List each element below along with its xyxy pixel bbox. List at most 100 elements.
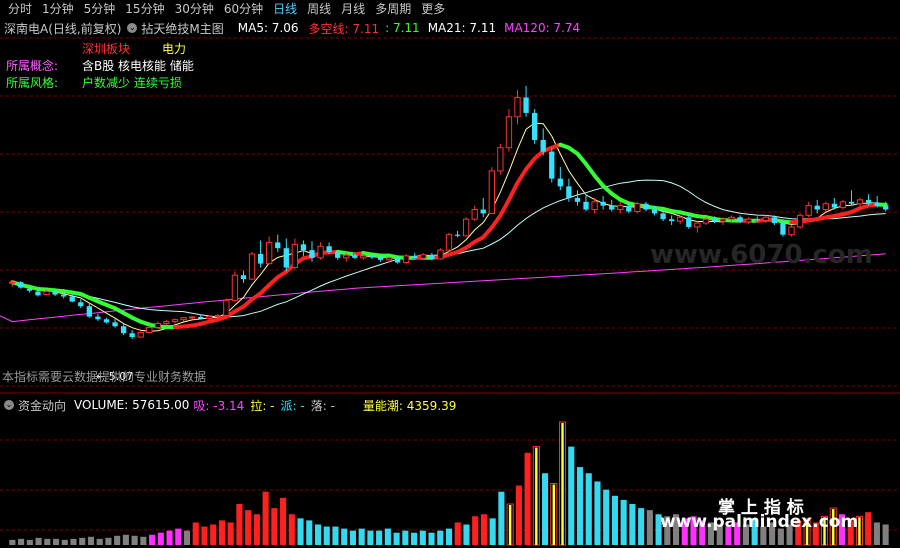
volume-bar (472, 516, 479, 545)
volume-bar (620, 499, 627, 545)
candle-body (480, 209, 486, 214)
volume-bar (341, 528, 348, 545)
candle-body (214, 314, 221, 318)
volume-bar (9, 539, 16, 545)
candle-body (43, 290, 50, 296)
volume-bar-inner (858, 517, 861, 545)
candle-body (120, 326, 127, 334)
volume-bar (61, 539, 68, 545)
candle-body (385, 257, 393, 261)
la-readout: 拉: - (250, 398, 275, 413)
candle-body (505, 116, 513, 149)
candle-body (154, 323, 162, 328)
candle-body (275, 242, 281, 249)
candle-body (702, 218, 710, 224)
volume-bar-inner (552, 484, 556, 545)
volume-bar (79, 537, 86, 545)
candle-body (343, 254, 350, 259)
volume-bar (445, 528, 453, 545)
candle-body (163, 321, 170, 325)
candle-body (52, 291, 58, 295)
candle-body (437, 249, 444, 260)
volume-bar (131, 535, 138, 545)
volume-bar (52, 538, 60, 545)
volume-bar (419, 530, 426, 545)
lower-toggle-icon[interactable]: ⌄ (4, 400, 14, 410)
candle-body (103, 319, 110, 323)
volume-bar (594, 481, 601, 545)
candle-body (831, 203, 837, 208)
volume-bar (568, 446, 575, 545)
candle-body (856, 199, 864, 205)
candle-body (762, 216, 769, 221)
duokong-segment (592, 173, 606, 188)
candle-body (677, 216, 684, 222)
candle-body (523, 97, 529, 113)
candle-body (61, 294, 67, 297)
chart-canvas[interactable] (0, 0, 900, 548)
duokong-segment (584, 162, 597, 178)
volume-bar (288, 514, 295, 545)
volume-bar (384, 528, 391, 545)
volume-bar (166, 530, 173, 545)
candle-body (686, 217, 692, 227)
volume-bar (44, 538, 51, 545)
candle-body (634, 203, 641, 212)
volume-bar (280, 497, 287, 545)
volume-bar (157, 532, 164, 545)
volume-bar (349, 530, 356, 545)
volume-bar (105, 537, 112, 545)
volume-bar (297, 518, 304, 545)
candle-body (291, 243, 299, 269)
candle-body (540, 139, 546, 152)
candle-body (514, 96, 521, 118)
candle-body (352, 255, 358, 258)
candle-body (223, 299, 230, 316)
candle-body (874, 202, 880, 206)
candle-body (805, 205, 812, 216)
duokong-segment (524, 156, 537, 172)
candle-body (566, 186, 572, 198)
volume-bar (253, 514, 260, 545)
volume-bar (646, 510, 653, 545)
xi-readout: 吸: -3.14 (193, 398, 245, 413)
candle-body (771, 217, 778, 224)
lower-indicator-header: ⌄ 资金动向 VOLUME: 57615.00 吸: -3.14 拉: - 派:… (0, 397, 456, 413)
candle-body (814, 205, 820, 210)
candle-body (454, 234, 461, 236)
candle-body (609, 205, 615, 210)
candle-body (445, 234, 453, 251)
candle-body (300, 244, 307, 251)
volume-bar (515, 485, 522, 545)
volume-bar (26, 539, 33, 545)
volume-bar (210, 524, 217, 545)
candle-body (745, 218, 752, 223)
candle-body (754, 219, 760, 221)
luo-readout: 落: - (310, 398, 335, 413)
duokong-segment (506, 180, 520, 202)
candle-body (796, 214, 804, 228)
volume-bar (638, 508, 645, 545)
candle-body (317, 245, 324, 259)
volume-bar (175, 528, 182, 545)
volume-bar (393, 532, 400, 545)
candle-body (865, 199, 872, 203)
candle-body (266, 241, 273, 265)
candle-body (335, 252, 341, 258)
candle-body (78, 302, 84, 307)
candle-body (822, 203, 829, 211)
candle-body (18, 282, 24, 288)
candle-body (403, 255, 410, 263)
candle-body (549, 151, 555, 179)
lower-indicator-name[interactable]: 资金动向 (18, 397, 66, 414)
volume-bar (367, 530, 374, 545)
candle-body (112, 322, 118, 327)
volume-bar (70, 538, 77, 545)
candle-body (728, 216, 735, 220)
candle-body (9, 281, 16, 284)
volume-bar (314, 524, 322, 545)
volume-bar (306, 520, 313, 545)
candle-body (788, 226, 795, 236)
candle-body (557, 178, 563, 187)
volume-bar (480, 514, 487, 545)
